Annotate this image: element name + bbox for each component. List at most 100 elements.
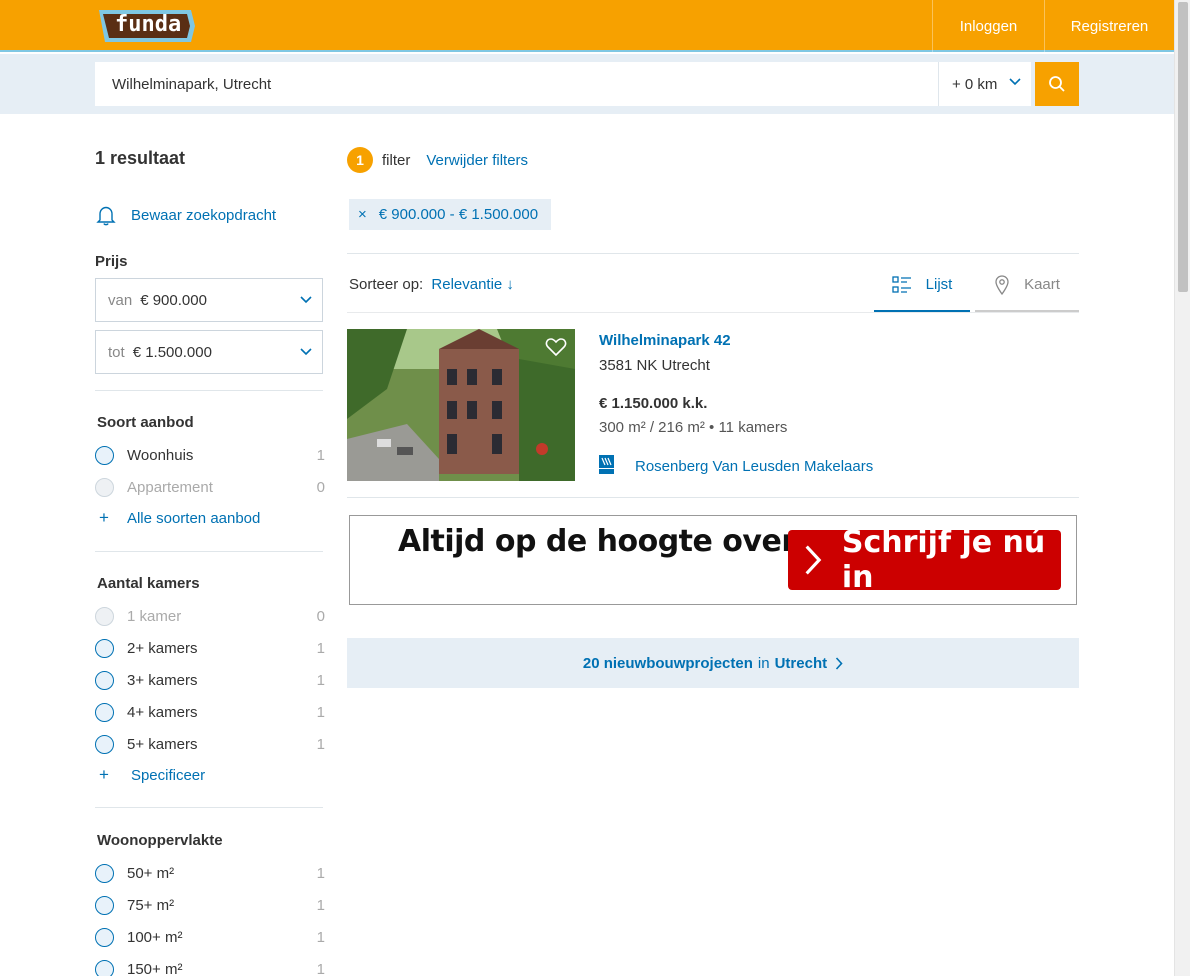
scrollbar-thumb[interactable] [1178, 2, 1188, 292]
option-50-m2[interactable]: 50+ m² 1 [95, 862, 325, 884]
option-75-m2[interactable]: 75+ m² 1 [95, 894, 325, 916]
chip-label: € 900.000 - € 1.500.000 [378, 206, 539, 223]
option-1-kamer: 1 kamer 0 [95, 605, 325, 627]
radio-button [95, 477, 114, 497]
option-2-kamers[interactable]: 2+ kamers 1 [95, 637, 325, 659]
list-icon [892, 275, 911, 293]
header-nav: Inloggen Registreren [932, 0, 1174, 52]
nieuwbouw-count: 20 nieuwbouwprojecten [582, 654, 753, 672]
advertisement-banner[interactable]: Altijd op de hoogte over Schrijf je nú i… [349, 515, 1077, 605]
listing-specs: 300 m² / 216 m² • 11 kamers [599, 419, 788, 436]
save-search-link[interactable]: Bewaar zoekopdracht [95, 204, 276, 226]
sidebar-divider [95, 390, 323, 391]
agent-link[interactable]: Rosenberg Van Leusden Makelaars [635, 458, 873, 475]
option-label: 4+ kamers [127, 703, 198, 721]
page-scrollbar[interactable] [1174, 0, 1190, 976]
option-label: 2+ kamers [127, 639, 198, 657]
option-3-kamers[interactable]: 3+ kamers 1 [95, 669, 325, 691]
sort-value[interactable]: Relevantie ↓ [431, 276, 514, 293]
all-types-link[interactable]: + Alle soorten aanbod [99, 508, 260, 528]
listing-photo[interactable] [347, 329, 575, 481]
price-from-select[interactable]: van € 900.000 [95, 278, 323, 322]
nieuwbouw-city: Utrecht [774, 654, 828, 672]
active-filters-row: 1 filter Verwijder filters [347, 147, 528, 173]
option-appartement: Appartement 0 [95, 476, 325, 498]
option-count: 0 [316, 478, 325, 496]
radio-button [95, 606, 114, 626]
option-count: 1 [316, 928, 325, 946]
price-filter-chip[interactable]: × € 900.000 - € 1.500.000 [349, 199, 552, 230]
search-input[interactable]: Wilhelminapark, Utrecht [95, 62, 938, 106]
ad-button-label: Schrijf je nú in [841, 525, 1046, 595]
tab-map-view[interactable]: Kaart [975, 259, 1079, 312]
option-count: 1 [316, 896, 325, 914]
plus-icon: + [99, 765, 109, 784]
chevron-down-icon [1009, 78, 1021, 86]
option-4-kamers[interactable]: 4+ kamers 1 [95, 701, 325, 723]
logo-text: funda [115, 12, 182, 37]
radio-button[interactable] [95, 959, 114, 976]
close-icon[interactable]: × [358, 206, 367, 223]
option-label: 5+ kamers [127, 735, 198, 753]
plus-icon: + [99, 508, 109, 527]
option-label: 50+ m² [127, 864, 175, 882]
bell-icon [96, 206, 116, 226]
radio-button[interactable] [95, 895, 114, 915]
price-from-value: € 900.000 [140, 291, 207, 309]
radio-button[interactable] [95, 638, 114, 658]
chevron-right-icon [805, 545, 822, 575]
option-count: 1 [316, 446, 325, 464]
sort-control[interactable]: Sorteer op: Relevantie ↓ [349, 276, 514, 293]
option-label: Woonhuis [127, 446, 194, 464]
radio-button[interactable] [95, 927, 114, 947]
result-count: 1 resultaat [95, 148, 186, 168]
option-label: 75+ m² [127, 896, 175, 914]
option-label: 150+ m² [127, 960, 183, 976]
filter-count-badge: 1 [347, 147, 373, 173]
radio-button[interactable] [95, 702, 114, 722]
tab-map-label: Kaart [1024, 276, 1060, 293]
ad-headline: Altijd op de hoogte over [398, 524, 796, 559]
radio-button[interactable] [95, 734, 114, 754]
radius-select[interactable]: + 0 km [938, 62, 1031, 106]
price-title: Prijs [95, 253, 128, 270]
option-count: 1 [316, 960, 325, 976]
radio-button[interactable] [95, 670, 114, 690]
option-label: Appartement [127, 478, 213, 496]
kamers-title: Aantal kamers [97, 575, 200, 592]
option-count: 1 [316, 671, 325, 689]
nvm-logo-icon [599, 455, 614, 474]
nieuwbouw-banner[interactable]: 20 nieuwbouwprojecten in Utrecht [347, 638, 1079, 688]
oppervlakte-title: Woonoppervlakte [97, 832, 223, 849]
listing-price: € 1.150.000 k.k. [599, 395, 708, 412]
ad-subscribe-button[interactable]: Schrijf je nú in [788, 525, 1061, 595]
option-count: 1 [316, 703, 325, 721]
listing-title-link[interactable]: Wilhelminapark 42 [599, 332, 731, 349]
price-to-value: € 1.500.000 [132, 343, 212, 361]
tab-list-view[interactable]: Lijst [874, 259, 970, 312]
specify-rooms-link[interactable]: + Specificeer [99, 765, 205, 785]
sidebar-divider [95, 807, 323, 808]
option-label: 1 kamer [127, 607, 182, 625]
option-label: 100+ m² [127, 928, 183, 946]
option-label: 3+ kamers [127, 671, 198, 689]
login-link[interactable]: Inloggen [932, 0, 1044, 52]
funda-logo[interactable]: funda [95, 8, 195, 44]
radio-button[interactable] [95, 445, 114, 465]
radio-button[interactable] [95, 863, 114, 883]
divider [347, 497, 1079, 498]
option-woonhuis[interactable]: Woonhuis 1 [95, 444, 325, 466]
listing-address: 3581 NK Utrecht [599, 357, 710, 374]
option-150-m2[interactable]: 150+ m² 1 [95, 958, 325, 976]
clear-filters-link[interactable]: Verwijder filters [426, 152, 528, 169]
divider [347, 312, 1079, 313]
option-5-kamers[interactable]: 5+ kamers 1 [95, 733, 325, 755]
search-button[interactable] [1035, 62, 1079, 106]
price-to-prefix: tot [108, 343, 125, 361]
register-link[interactable]: Registreren [1044, 0, 1174, 52]
chevron-down-icon [300, 296, 312, 304]
tab-list-label: Lijst [925, 276, 953, 293]
option-100-m2[interactable]: 100+ m² 1 [95, 926, 325, 948]
price-to-select[interactable]: tot € 1.500.000 [95, 330, 323, 374]
heart-icon[interactable] [545, 337, 567, 357]
